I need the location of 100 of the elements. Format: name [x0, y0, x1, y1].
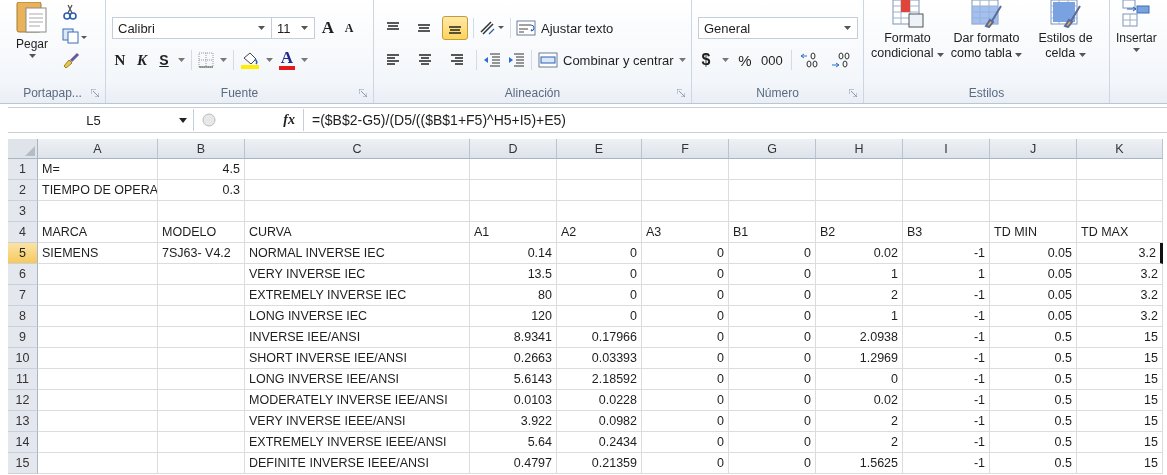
wrap-text-button[interactable]: Ajustar texto: [516, 20, 614, 36]
table-cell: B3: [903, 222, 990, 243]
row-header[interactable]: 10: [8, 348, 38, 369]
insert-function-button[interactable]: fx: [283, 112, 295, 128]
column-header[interactable]: G: [729, 139, 816, 159]
caret-icon: [301, 26, 308, 30]
cell-styles-button[interactable]: Estilos de celda: [1028, 0, 1103, 61]
percent-button[interactable]: %: [737, 51, 753, 69]
number-format-dropdown[interactable]: General: [698, 17, 858, 39]
insert-button[interactable]: Insertar: [1116, 0, 1157, 52]
font-size-dropdown[interactable]: 11: [271, 17, 315, 39]
table-cell: 0: [729, 285, 816, 306]
align-center-icon: [417, 52, 433, 68]
column-header[interactable]: J: [990, 139, 1077, 159]
table-cell: 0: [642, 390, 729, 411]
table-cell: 0: [642, 285, 729, 306]
row-header[interactable]: 13: [8, 411, 38, 432]
column-header[interactable]: D: [470, 139, 557, 159]
table-cell: 0.05: [990, 264, 1077, 285]
formula-field[interactable]: =($B$2-G5)/(D5/(($B$1+F5)^H5+I5)+E5): [304, 112, 566, 128]
table-cell: -1: [903, 453, 990, 474]
table-cell: TD MAX: [1077, 222, 1163, 243]
format-table-button[interactable]: Dar formato como tabla: [949, 0, 1024, 61]
table-cell: 1: [903, 264, 990, 285]
table-cell: 0: [642, 369, 729, 390]
caret-icon[interactable]: [301, 58, 308, 62]
table-cell: 3.2: [1077, 264, 1163, 285]
row-header[interactable]: 8: [8, 306, 38, 327]
decrease-indent-icon[interactable]: [483, 52, 501, 68]
triangle-icon: [25, 146, 35, 156]
font-name-dropdown[interactable]: Calibri: [112, 17, 272, 39]
dialog-launcher-icon[interactable]: [359, 89, 367, 97]
increase-indent-icon[interactable]: [507, 52, 525, 68]
fill-bucket-icon[interactable]: [240, 51, 260, 69]
table-cell: SIEMENS: [38, 243, 158, 264]
scissors-icon[interactable]: [62, 4, 78, 20]
dialog-launcher-icon[interactable]: [677, 89, 685, 97]
caret-icon: [844, 26, 851, 30]
row-header[interactable]: 5: [8, 243, 38, 264]
row-header[interactable]: 9: [8, 327, 38, 348]
currency-button[interactable]: $: [698, 51, 714, 69]
row-header[interactable]: 3: [8, 201, 38, 222]
text-orientation-icon[interactable]: [479, 20, 505, 36]
dialog-launcher-icon[interactable]: [91, 89, 99, 97]
row-header[interactable]: 6: [8, 264, 38, 285]
row-header[interactable]: 14: [8, 432, 38, 453]
align-bottom-button[interactable]: [442, 16, 468, 40]
copy-icon[interactable]: [62, 28, 88, 44]
dialog-launcher-icon[interactable]: [849, 89, 857, 97]
paste-button[interactable]: Pegar: [6, 0, 58, 58]
table-cell: -1: [903, 369, 990, 390]
font-color-button[interactable]: A: [279, 50, 295, 70]
row-header[interactable]: 4: [8, 222, 38, 243]
underline-button[interactable]: S: [156, 52, 172, 68]
paintbrush-icon[interactable]: [62, 52, 80, 68]
circle-handle-icon[interactable]: [202, 113, 216, 127]
table-cell: TD MIN: [990, 222, 1077, 243]
caret-icon[interactable]: [178, 58, 185, 62]
row-header[interactable]: 11: [8, 369, 38, 390]
column-header[interactable]: H: [816, 139, 903, 159]
table-cell: 0: [729, 369, 816, 390]
column-header[interactable]: E: [557, 139, 642, 159]
column-header[interactable]: B: [158, 139, 245, 159]
row-header[interactable]: 2: [8, 180, 38, 201]
borders-icon[interactable]: [198, 52, 214, 68]
thousands-button[interactable]: 000: [761, 52, 783, 68]
caret-icon[interactable]: [220, 58, 227, 62]
table-brush-icon: [969, 0, 1004, 28]
column-header[interactable]: F: [642, 139, 729, 159]
table-cell: 15: [1077, 348, 1163, 369]
table-cell: 0: [729, 327, 816, 348]
column-header[interactable]: K: [1077, 139, 1163, 159]
table-cell: -1: [903, 432, 990, 453]
column-header[interactable]: A: [38, 139, 158, 159]
caret-icon[interactable]: [266, 58, 273, 62]
column-header[interactable]: I: [903, 139, 990, 159]
shrink-font-button[interactable]: A: [341, 20, 357, 36]
clipboard-icon: [14, 2, 50, 34]
row-header[interactable]: 15: [8, 453, 38, 474]
table-cell: 0: [557, 285, 642, 306]
bold-button[interactable]: N: [112, 51, 128, 69]
table-cell: -1: [903, 390, 990, 411]
conditional-format-button[interactable]: Formato condicional: [870, 0, 945, 61]
row-header[interactable]: 7: [8, 285, 38, 306]
merge-center-button[interactable]: Combinar y centrar: [538, 52, 686, 68]
row-header[interactable]: 1: [8, 159, 38, 180]
grow-font-button[interactable]: A: [320, 18, 336, 38]
column-header[interactable]: C: [245, 139, 470, 159]
decrease-decimal-icon[interactable]: [829, 52, 852, 68]
italic-button[interactable]: K: [134, 51, 150, 69]
row-header[interactable]: 12: [8, 390, 38, 411]
table-cell: M=: [38, 159, 158, 180]
table-cell: 0.2434: [557, 432, 642, 453]
insert-cells-icon: [1121, 0, 1152, 28]
table-cell: 80: [470, 285, 557, 306]
caret-icon[interactable]: [722, 58, 729, 62]
name-box[interactable]: L5: [8, 109, 194, 131]
table-cell: 0: [642, 306, 729, 327]
table-cell: 2.18592: [557, 369, 642, 390]
table-cell: 0: [642, 453, 729, 474]
